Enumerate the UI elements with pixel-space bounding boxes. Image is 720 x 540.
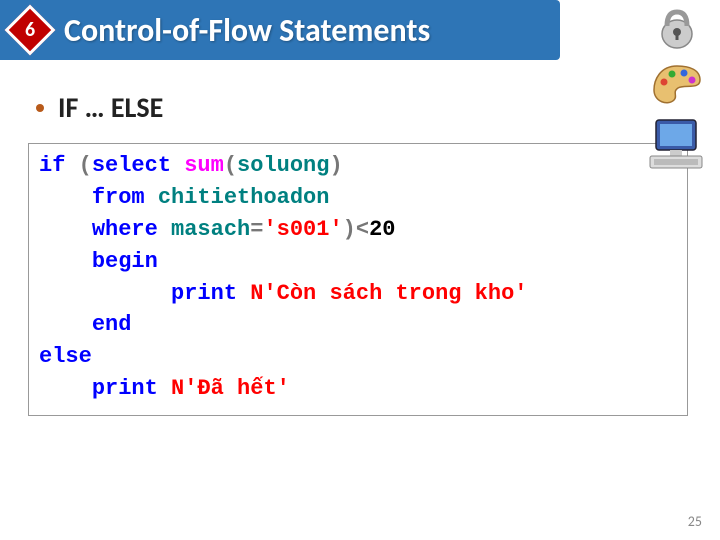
code-line-2: from chitiethoadon: [39, 182, 677, 214]
code-line-8: print N'Đã hết': [39, 373, 677, 405]
code-line-3: where masach='s001')<20: [39, 214, 677, 246]
code-line-5: print N'Còn sách trong kho': [39, 278, 677, 310]
code-block: if (select sum(soluong) from chitiethoad…: [28, 143, 688, 416]
bullet-text: IF … ELSE: [58, 90, 163, 125]
page-number: 25: [688, 513, 702, 530]
section-badge: 6: [5, 5, 56, 56]
computer-icon: [646, 116, 708, 172]
bullet-dot-icon: [36, 104, 44, 112]
lock-icon: [652, 4, 702, 54]
section-number: 6: [25, 18, 35, 42]
decorative-icon-stack: [646, 4, 708, 172]
palette-icon: [650, 62, 704, 108]
code-line-4: begin: [39, 246, 677, 278]
title-bar: 6 Control-of-Flow Statements: [0, 0, 560, 60]
bullet-item: IF … ELSE: [36, 90, 720, 125]
code-line-7: else: [39, 341, 677, 373]
code-line-6: end: [39, 309, 677, 341]
code-line-1: if (select sum(soluong): [39, 150, 677, 182]
slide-title: Control-of-Flow Statements: [64, 11, 430, 50]
